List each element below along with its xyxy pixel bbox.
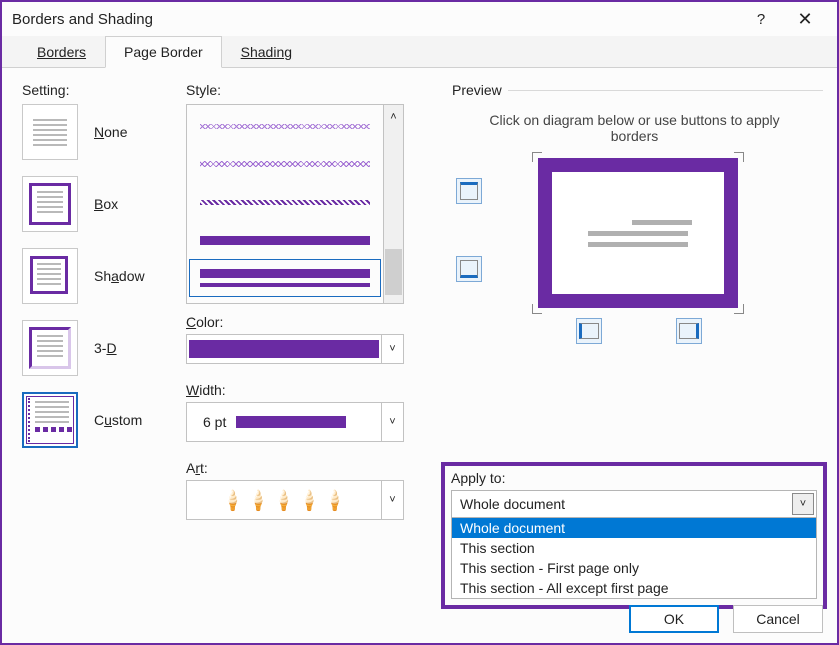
border-bottom-button[interactable] xyxy=(456,256,482,282)
chevron-down-icon: ˅ xyxy=(389,343,395,355)
tab-borders[interactable]: Borders xyxy=(18,36,105,68)
preview-legend: Preview xyxy=(446,82,508,98)
style-scrollbar[interactable]: ˄ ˅ xyxy=(383,105,403,303)
setting-3d[interactable] xyxy=(22,320,78,376)
tab-shading[interactable]: Shading xyxy=(222,36,311,68)
crop-mark-icon xyxy=(532,300,546,314)
apply-to-selected: Whole document xyxy=(452,496,790,512)
help-icon[interactable]: ? xyxy=(739,11,783,28)
color-label: Color: xyxy=(186,314,426,330)
art-dropdown[interactable]: 🍦🍦🍦🍦🍦 ˅ xyxy=(186,480,404,520)
setting-column: Setting: None Box xyxy=(22,82,186,643)
close-icon[interactable]: ✕ xyxy=(783,9,827,30)
width-value: 6 pt xyxy=(203,414,226,430)
titlebar: Borders and Shading ? ✕ xyxy=(2,2,837,36)
scroll-track[interactable] xyxy=(384,129,403,279)
apply-to-option[interactable]: This section - First page only xyxy=(452,558,816,578)
style-column: Style: ˄ ˅ Color: xyxy=(186,82,426,643)
style-option-zigzag[interactable] xyxy=(189,107,381,145)
tab-page-border[interactable]: Page Border xyxy=(105,36,222,68)
apply-to-label: Apply to: xyxy=(451,470,817,486)
style-option-solid[interactable] xyxy=(189,221,381,259)
box-icon xyxy=(29,183,71,225)
crop-mark-icon xyxy=(532,152,546,166)
apply-to-option[interactable]: This section - All except first page xyxy=(452,578,816,598)
style-list: ˄ ˅ xyxy=(186,104,404,304)
setting-custom[interactable] xyxy=(22,392,78,448)
width-bar-icon xyxy=(236,416,346,428)
setting-box[interactable] xyxy=(22,176,78,232)
width-label: Width: xyxy=(186,382,426,398)
window-title: Borders and Shading xyxy=(12,11,739,28)
art-label: Art: xyxy=(186,460,426,476)
style-option-zigzag-wide[interactable] xyxy=(189,145,381,183)
setting-none-label: None xyxy=(94,124,127,140)
zigzag-wide-icon xyxy=(200,161,370,167)
apply-to-combo[interactable]: Whole document ˅ xyxy=(451,490,817,518)
hatch-line-icon xyxy=(200,200,370,205)
borders-and-shading-dialog: Borders and Shading ? ✕ Borders Page Bor… xyxy=(0,0,839,645)
setting-label: Setting: xyxy=(22,82,186,98)
ok-button[interactable]: OK xyxy=(629,605,719,633)
border-left-button[interactable] xyxy=(576,318,602,344)
apply-to-option[interactable]: This section xyxy=(452,538,816,558)
preview-group: Preview Click on diagram below or use bu… xyxy=(446,82,823,344)
threed-icon xyxy=(29,327,71,369)
setting-shadow[interactable] xyxy=(22,248,78,304)
none-icon xyxy=(33,119,67,146)
scroll-thumb[interactable] xyxy=(385,249,402,295)
thick-line-icon xyxy=(200,236,370,245)
double-line-icon xyxy=(200,269,370,287)
crop-mark-icon xyxy=(730,300,744,314)
art-preview-icon: 🍦🍦🍦🍦🍦 xyxy=(224,492,343,509)
style-label: Style: xyxy=(186,82,426,98)
crop-mark-icon xyxy=(730,152,744,166)
apply-to-dropdown-button[interactable]: ˅ xyxy=(792,493,814,515)
shadow-icon xyxy=(30,256,70,296)
setting-shadow-label: Shadow xyxy=(94,268,145,284)
border-right-button[interactable] xyxy=(676,318,702,344)
chevron-down-icon: ˅ xyxy=(389,494,395,506)
tab-strip: Borders Page Border Shading xyxy=(2,36,837,68)
style-option-hatch[interactable] xyxy=(189,183,381,221)
width-dropdown-button[interactable]: ˅ xyxy=(381,403,403,441)
zigzag-line-icon xyxy=(200,124,370,129)
setting-3d-label: 3-D xyxy=(94,340,117,356)
art-dropdown-button[interactable]: ˅ xyxy=(381,481,403,519)
width-dropdown[interactable]: 6 pt ˅ xyxy=(186,402,404,442)
setting-none[interactable] xyxy=(22,104,78,160)
color-dropdown[interactable]: ˅ xyxy=(186,334,404,364)
apply-to-group: Apply to: Whole document ˅ Whole documen… xyxy=(441,462,827,609)
preview-page[interactable] xyxy=(538,158,738,308)
border-top-button[interactable] xyxy=(456,178,482,204)
style-option-double[interactable] xyxy=(189,259,381,297)
apply-to-option[interactable]: Whole document xyxy=(452,518,816,538)
custom-icon xyxy=(28,398,72,442)
color-dropdown-button[interactable]: ˅ xyxy=(381,335,403,363)
preview-area xyxy=(446,154,823,344)
chevron-down-icon: ˅ xyxy=(389,416,395,428)
chevron-down-icon: ˅ xyxy=(800,498,806,510)
preview-hint: Click on diagram below or use buttons to… xyxy=(446,98,823,154)
apply-to-list: Whole document This section This section… xyxy=(451,518,817,599)
dialog-footer: OK Cancel xyxy=(629,605,823,633)
color-swatch xyxy=(189,340,379,358)
scroll-up-icon[interactable]: ˄ xyxy=(384,105,403,129)
cancel-button[interactable]: Cancel xyxy=(733,605,823,633)
setting-box-label: Box xyxy=(94,196,118,212)
setting-custom-label: Custom xyxy=(94,412,142,428)
preview-page-border xyxy=(538,158,738,308)
